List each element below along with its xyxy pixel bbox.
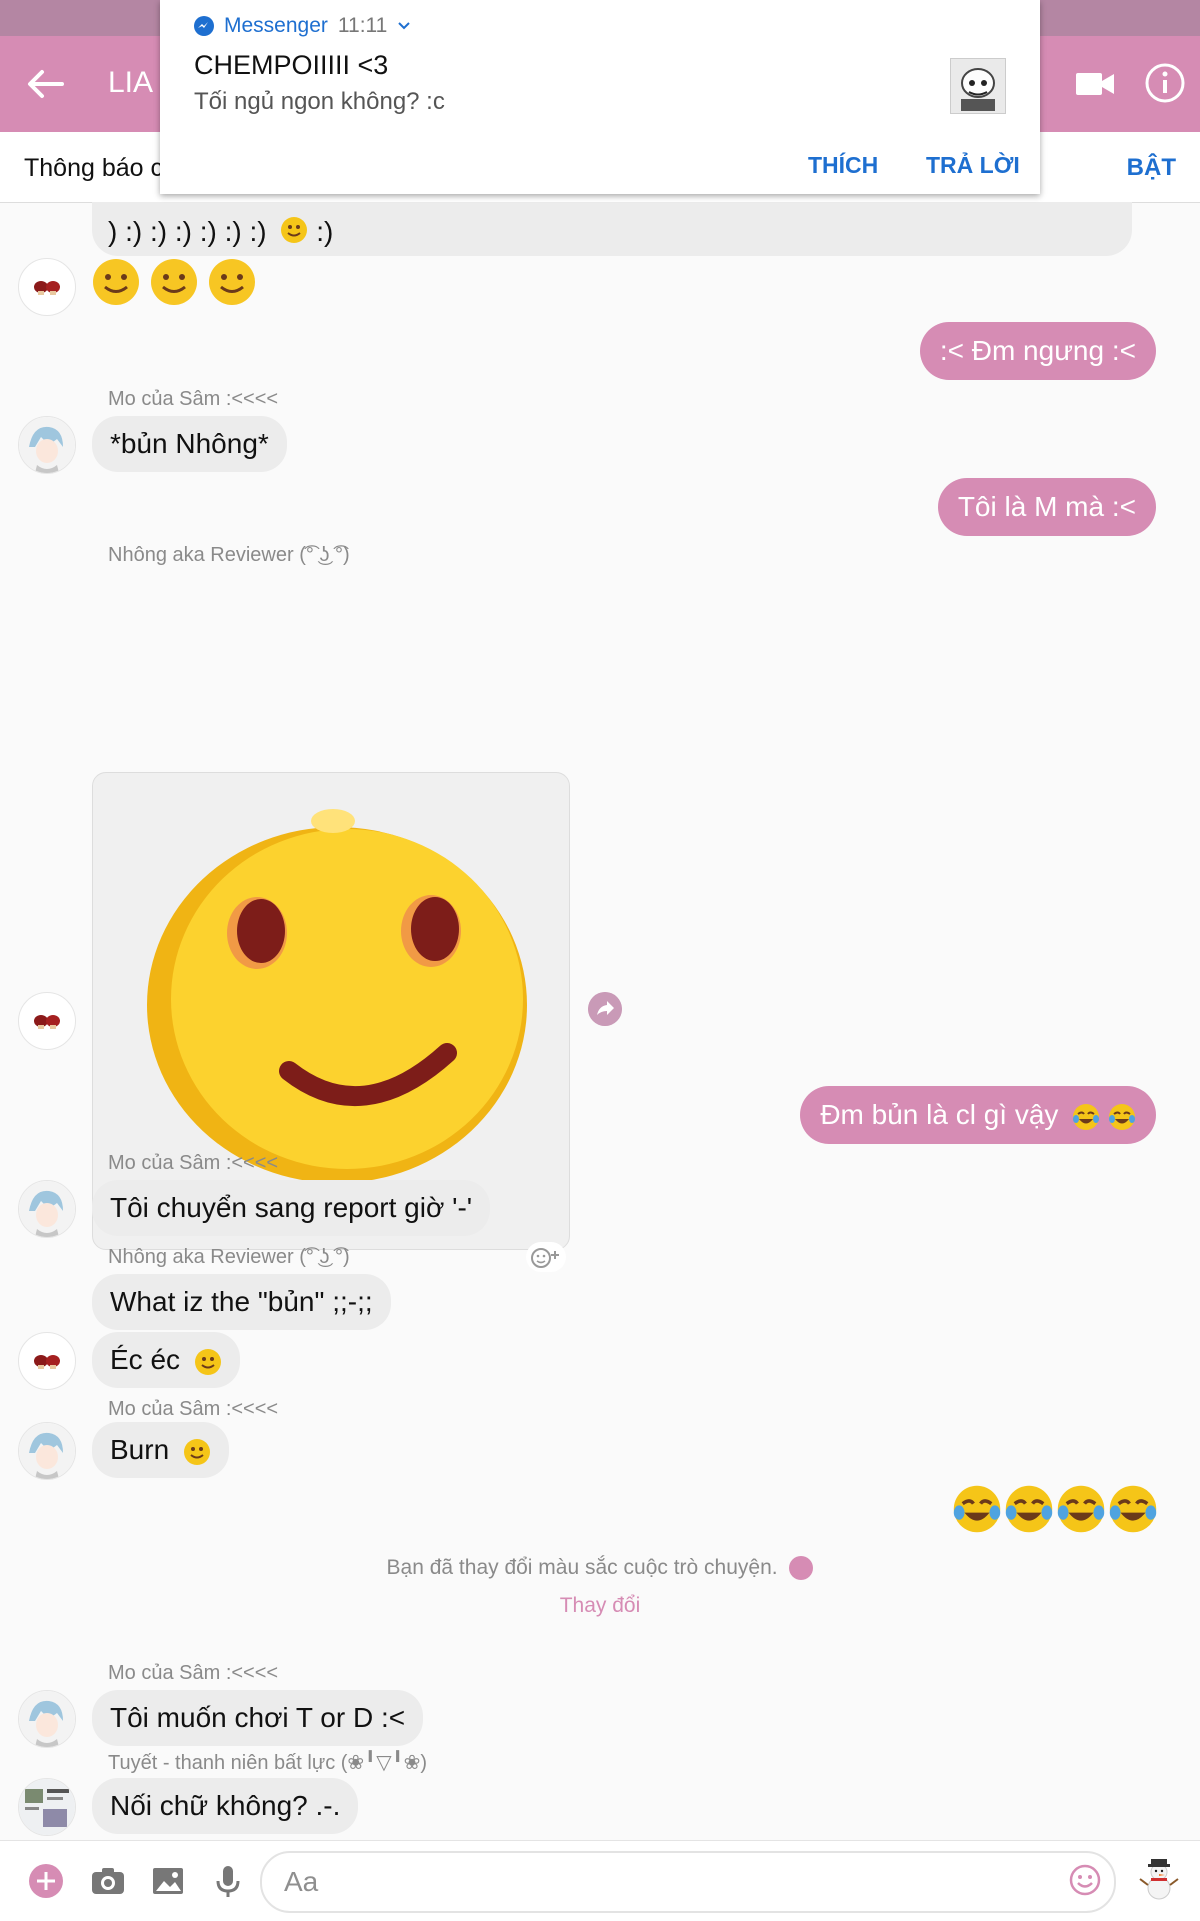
tears-of-joy-emoji-icon [953,1485,1001,1533]
snowman-quick-reaction-icon[interactable] [1136,1857,1182,1903]
share-icon[interactable] [588,992,622,1026]
message-text: *bủn Nhông* [110,428,269,459]
notification-time: 11:11 [337,14,388,37]
message-text-tail: :) [316,216,334,247]
gallery-icon[interactable] [148,1861,188,1901]
notification-app-row: Messenger 11:11 [194,14,411,38]
system-message-text: Bạn đã thay đổi màu sắc cuộc trò chuyện. [386,1556,778,1579]
message-bubble[interactable]: Tôi muốn chơi T or D :< [92,1690,424,1746]
sender-name: Mo của Sâm :<<<< [108,388,279,410]
anime-avatar-icon [19,417,75,473]
info-icon[interactable] [1142,60,1188,106]
emoji-picker-icon[interactable] [1068,1863,1102,1897]
avatar[interactable] [18,1180,76,1238]
boxing-gloves-icon [34,1355,60,1369]
microphone-icon[interactable] [208,1861,248,1901]
avatar[interactable] [18,1422,76,1480]
tears-of-joy-emoji-icon [1057,1485,1105,1533]
avatar[interactable] [18,1778,76,1836]
message-bubble[interactable]: Éc éc [92,1332,240,1388]
tears-of-joy-emoji-icon [1005,1485,1053,1533]
outgoing-message-bubble[interactable]: Đm bủn là cl gì vậy [800,1086,1156,1144]
large-smiley-image [147,809,527,1183]
message-bubble[interactable]: Tôi chuyển sang report giờ '-' [92,1180,491,1236]
avatar[interactable] [18,416,76,474]
add-plus-icon[interactable] [26,1861,66,1901]
tears-of-joy-emoji-icon [1109,1103,1135,1130]
outgoing-message-bubble[interactable]: :< Đm ngưng :< [919,322,1156,380]
avatar[interactable] [18,1332,76,1390]
boxing-gloves-icon [34,1015,60,1029]
notification-bar-text: Thông báo cl [24,154,169,182]
anime-avatar-icon [19,1691,75,1747]
message-text: Tôi muốn chơi T or D :< [110,1702,406,1733]
sender-name: Nhông aka Reviewer (͡° ͜ʖ ͡°) [108,1246,350,1268]
slightly-smiling-emoji-icon [151,259,197,305]
heads-up-notification[interactable]: Messenger 11:11 CHEMPOIIIII <3 Tối ngủ n… [160,0,1040,194]
message-bubble[interactable]: What iz the "bủn" ;;-;; [92,1274,391,1330]
message-text: What iz the "bủn" ;;-;; [110,1286,373,1317]
conversation-title[interactable]: LIA i [108,66,166,100]
notification-sender: CHEMPOIIIII <3 [194,50,389,80]
system-message: Bạn đã thay đổi màu sắc cuộc trò chuyện. [0,1556,1200,1581]
message-text: Éc éc [110,1344,181,1375]
notification-app-name: Messenger [224,14,328,37]
outgoing-message-bubble[interactable]: Tôi là M mà :< [937,478,1156,536]
avatar[interactable] [18,1690,76,1748]
message-text: Burn [110,1434,170,1465]
emoji-message[interactable] [952,1484,1158,1536]
message-bubble[interactable]: *bủn Nhông* [92,416,287,472]
video-call-icon[interactable] [1074,62,1118,106]
like-action-button[interactable]: THÍCH [808,152,878,179]
message-input-wrapper [260,1851,1116,1913]
tears-of-joy-emoji-icon [1073,1103,1100,1130]
sender-name: Mo của Sâm :<<<< [108,1152,279,1174]
message-bubble[interactable]: ) :) :) :) :) :) :) :) [92,202,1132,256]
avatar[interactable] [18,258,76,316]
collage-avatar-icon [19,1779,75,1835]
sender-name: Mo của Sâm :<<<< [108,1398,279,1420]
turn-on-button[interactable]: BẬT [1127,154,1176,182]
message-text: Đm bủn là cl gì vậy [820,1099,1059,1130]
message-text: Tôi chuyển sang report giờ '-' [110,1192,473,1223]
message-composer [0,1840,1200,1921]
camera-icon[interactable] [88,1861,128,1901]
chevron-down-icon[interactable] [397,19,411,33]
anime-avatar-icon [19,1423,75,1479]
sender-name: Nhông aka Reviewer (͡° ͜ʖ ͡°) [108,544,350,566]
message-text: :< Đm ngưng :< [939,335,1136,366]
sender-thumbnail-icon [950,58,1006,114]
sender-name: Tuyết - thanh niên bất lực (❀╹▽╹❀) [108,1752,428,1774]
message-input[interactable] [282,1861,1066,1903]
notification-message: Tối ngủ ngon không? :c [194,88,445,115]
boxing-gloves-icon [34,281,60,295]
slightly-smiling-emoji-icon [194,1348,221,1375]
message-text: Tôi là M mà :< [957,491,1136,522]
anime-avatar-icon [19,1181,75,1237]
slightly-smiling-emoji-icon [281,216,308,243]
reply-action-button[interactable]: TRẢ LỜI [926,152,1020,179]
color-dot-icon [789,1556,814,1581]
message-bubble[interactable]: Nối chữ không? .-. [92,1778,359,1834]
back-arrow-icon[interactable] [22,60,70,108]
change-color-link[interactable]: Thay đổi [0,1594,1200,1618]
message-list[interactable]: ) :) :) :) :) :) :) :):< Đm ngưng:< Mo… [0,202,1200,1840]
tears-of-joy-emoji-icon [1109,1485,1157,1533]
sender-name: Mo của Sâm :<<<< [108,1662,279,1684]
avatar[interactable] [18,992,76,1050]
emoji-message[interactable] [92,258,262,310]
add-reaction-icon[interactable] [526,1242,566,1272]
image-attachment[interactable] [92,772,570,1250]
message-text: Nối chữ không? .-. [110,1790,341,1821]
messenger-logo-icon [194,16,214,36]
slightly-smiling-emoji-icon [209,259,255,305]
slightly-smiling-emoji-icon [183,1438,210,1465]
message-text: ) :) :) :) :) :) :) [108,216,267,247]
message-bubble[interactable]: Burn [92,1422,229,1478]
slightly-smiling-emoji-icon [93,259,139,305]
